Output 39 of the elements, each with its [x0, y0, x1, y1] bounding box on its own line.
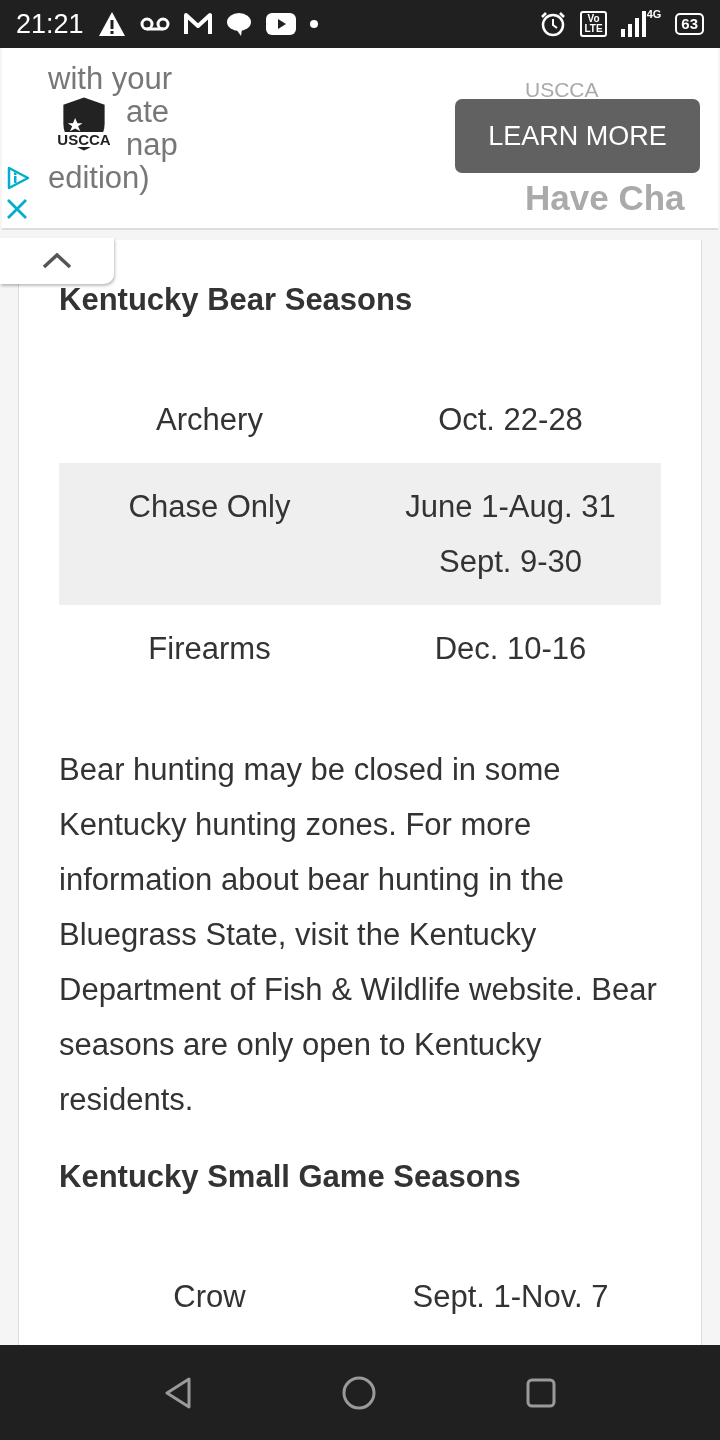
ad-text: edition)	[48, 161, 150, 194]
ad-headline: Have Cha	[525, 178, 685, 218]
signal-icon	[620, 11, 647, 37]
season-dates: June 1-Aug. 31	[405, 488, 616, 526]
ad-text: nap	[126, 128, 178, 161]
season-name: Firearms	[148, 630, 271, 668]
season-name: Chase Only	[128, 488, 291, 526]
recent-apps-icon[interactable]	[526, 1377, 556, 1408]
ad-info-icon[interactable]	[6, 166, 30, 190]
season-dates: Sept. 1-Nov. 7	[412, 1278, 609, 1316]
ad-text: ate	[126, 95, 170, 128]
season-dates: Oct. 22-28	[438, 401, 583, 439]
battery-icon: 63	[675, 13, 704, 35]
body-paragraph: Bear hunting may be closed in some Kentucky hunting zones. For more information about bear hunting in the Bluegrass State, visit the Kentucky Department of Fish & Wildlife website. Bear seasons are only open to Kentucky residents.	[59, 751, 658, 1119]
close-icon[interactable]	[6, 198, 28, 220]
volte-icon: Vo LTE	[580, 11, 607, 37]
video-play-icon	[265, 13, 296, 35]
logo-text: USCCA	[57, 132, 111, 147]
network-type: 4G	[646, 8, 662, 20]
chat-icon	[225, 12, 252, 36]
chevron-up-icon	[42, 253, 72, 269]
warning-icon	[97, 11, 126, 37]
collapse-ad-tab[interactable]	[0, 238, 114, 284]
clock-time: 21:21	[16, 8, 84, 40]
season-dates: Sept. 9-30	[438, 543, 582, 581]
mail-icon	[183, 12, 212, 36]
section-heading: Kentucky Bear Seasons	[59, 281, 414, 319]
home-icon[interactable]	[342, 1375, 376, 1410]
back-icon[interactable]	[164, 1376, 192, 1409]
advertiser-name: USCCA	[525, 78, 599, 102]
section-heading: Kentucky Small Game Seasons	[59, 1158, 522, 1196]
season-dates: Dec. 10-16	[434, 630, 587, 668]
alarm-clock-icon	[540, 11, 567, 37]
season-name: Archery	[156, 401, 263, 439]
ad-text: with your	[48, 62, 173, 95]
season-name: Crow	[173, 1278, 246, 1316]
learn-more-button[interactable]: LEARN MORE	[455, 99, 700, 173]
voicemail-icon	[139, 17, 170, 31]
dot-icon	[309, 20, 318, 28]
